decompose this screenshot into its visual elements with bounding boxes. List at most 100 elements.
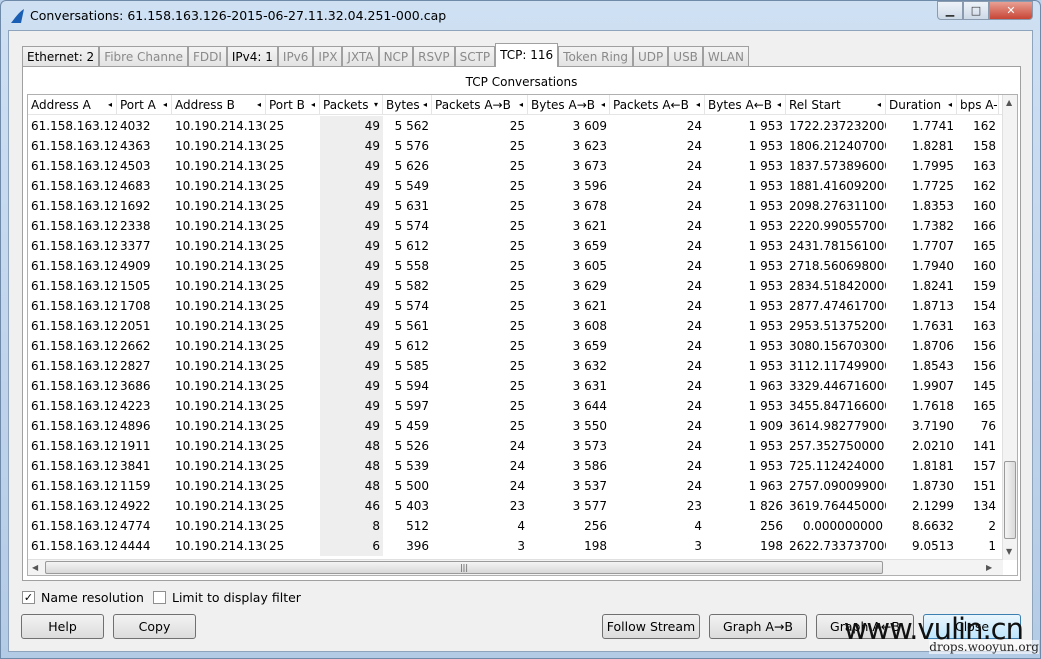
column-header[interactable]: Bytes ◂ [383,95,432,115]
table-row[interactable]: 61.158.163.126 4683 10.190.214.130 25 49 5 54… [28,176,1003,196]
maximize-button[interactable]: □ [963,1,989,20]
column-header[interactable]: Address A ◂ [28,95,117,115]
table-row[interactable]: 61.158.163.126 4444 10.190.214.130 25 6 396 3 1… [28,536,1003,556]
checkbox-checked-icon[interactable]: ✓ [22,591,35,604]
cell: 49 [320,216,383,236]
scroll-right-icon[interactable]: ▶ [986,563,992,572]
protocol-tabs: Ethernet: 2 Fibre Channe FDDI IPv4: 1 IPv6 IP… [22,43,749,67]
limit-filter-checkbox[interactable]: Limit to display filter [153,590,301,605]
cell: 61.158.163.126 [31,259,117,273]
table-row[interactable]: 61.158.163.126 1708 10.190.214.130 25 49 5 57… [28,296,1003,316]
column-header[interactable]: Bytes A←B ◂ [705,95,786,115]
copy-button[interactable]: Copy [113,614,196,639]
cell: 25 [269,479,285,493]
cell: 1.7940 [912,259,954,273]
table-row[interactable]: 61.158.163.126 4896 10.190.214.130 25 49 5 45… [28,416,1003,436]
cell: 61.158.163.126 [31,179,117,193]
table-row[interactable]: 61.158.163.126 1505 10.190.214.130 25 49 5 58… [28,276,1003,296]
column-header[interactable]: bps A- [957,95,999,115]
tab-panel: TCP Conversations Address A ◂ Port A ◂ Addre… [22,66,1021,581]
table-row[interactable]: 61.158.163.126 2338 10.190.214.130 25 49 5 57… [28,216,1003,236]
table-row[interactable]: 61.158.163.126 2662 10.190.214.130 25 49 5 61… [28,336,1003,356]
tab-wlan[interactable]: WLAN [702,46,749,67]
vertical-scroll-thumb[interactable] [1004,461,1016,539]
column-header[interactable]: Port A ◂ [117,95,172,115]
close-window-button[interactable]: ✕ [989,1,1033,20]
cell: 24 [686,339,702,353]
cell: 1708 [120,299,151,313]
column-header[interactable]: Rel Start ◂ [786,95,886,115]
cell: 1.7631 [912,319,954,333]
tab-ipx[interactable]: IPX [313,46,343,67]
table-row[interactable]: 61.158.163.126 4922 10.190.214.130 25 46 5 40… [28,496,1003,516]
table-row[interactable]: 61.158.163.126 2827 10.190.214.130 25 49 5 58… [28,356,1003,376]
scroll-left-icon[interactable]: ◀ [32,563,38,572]
scroll-down-icon[interactable]: ▼ [1006,547,1012,556]
cell: 1 953 [748,239,783,253]
minimize-button[interactable]: ▁ [937,1,963,20]
tab-ipv4-1[interactable]: IPv4: 1 [226,46,278,67]
tab-jxta[interactable]: JXTA [342,46,379,67]
column-header[interactable]: Packets A←B ◂ [610,95,705,115]
column-header[interactable]: Bytes A→B ◂ [528,95,610,115]
cell: 3 550 [572,419,607,433]
cell: 10.190.214.130 [175,359,266,373]
sort-indicator-icon: ◂ [695,100,700,109]
name-resolution-checkbox[interactable]: ✓ Name resolution [22,590,144,605]
checkbox-unchecked-icon[interactable] [153,591,166,604]
tab-sctp[interactable]: SCTP [454,46,496,67]
table-row[interactable]: 61.158.163.126 2051 10.190.214.130 25 49 5 56… [28,316,1003,336]
column-header-label: bps A- [960,98,998,112]
table-row[interactable]: 61.158.163.126 4032 10.190.214.130 25 49 5 56… [28,116,1003,136]
vertical-scrollbar[interactable]: ▲ ▼ [1002,95,1017,560]
tab-udp[interactable]: UDP [633,46,669,67]
cell: 1.7995 [912,159,954,173]
table-row[interactable]: 61.158.163.126 1692 10.190.214.130 25 49 5 63… [28,196,1003,216]
column-header[interactable]: Packets ▾ [320,95,383,115]
column-header[interactable]: Address B ◂ [172,95,266,115]
cell: 3080.156703000 [789,339,886,353]
horizontal-scrollbar[interactable]: ◀ ||| ▶ [28,559,1003,575]
table-row[interactable]: 61.158.163.126 4909 10.190.214.130 25 49 5 55… [28,256,1003,276]
cell: 1911 [120,439,151,453]
column-header[interactable]: Port B ◂ [266,95,320,115]
tab-tcp-116[interactable]: TCP: 116 [495,43,559,67]
cell: 25 [269,179,285,193]
cell: 156 [973,359,996,373]
tab-usb[interactable]: USB [668,46,703,67]
cell: 5 549 [394,179,429,193]
scroll-up-icon[interactable]: ▲ [1006,98,1012,107]
follow-stream-button[interactable]: Follow Stream [602,614,700,639]
table-row[interactable]: 61.158.163.126 3686 10.190.214.130 25 49 5 59… [28,376,1003,396]
table-row[interactable]: 61.158.163.126 3377 10.190.214.130 25 49 5 61… [28,236,1003,256]
horizontal-scroll-thumb[interactable]: ||| [45,561,883,574]
table-row[interactable]: 61.158.163.126 1911 10.190.214.130 25 48 5 52… [28,436,1003,456]
table-row[interactable]: 61.158.163.126 4774 10.190.214.130 25 8 512 4 2… [28,516,1003,536]
tab-ethernet-2[interactable]: Ethernet: 2 [22,46,100,67]
tab-rsvp[interactable]: RSVP [413,46,455,67]
table-row[interactable]: 61.158.163.126 4503 10.190.214.130 25 49 5 62… [28,156,1003,176]
cell: 134 [973,499,996,513]
tab-ncp[interactable]: NCP [378,46,414,67]
cell: 3619.764450000 [789,499,886,513]
tab-fddi[interactable]: FDDI [187,46,227,67]
graph-a-to-b-button[interactable]: Graph A→B [709,614,807,639]
table-row[interactable]: 61.158.163.126 4363 10.190.214.130 25 49 5 57… [28,136,1003,156]
column-header[interactable]: Duration ◂ [886,95,957,115]
cell: 165 [973,239,996,253]
help-button[interactable]: Help [21,614,104,639]
column-header-label: Rel Start [789,98,841,112]
table-row[interactable]: 61.158.163.126 3841 10.190.214.130 25 48 5 53… [28,456,1003,476]
cell: 25 [269,259,285,273]
cell: 61.158.163.126 [31,319,117,333]
table-row[interactable]: 61.158.163.126 4223 10.190.214.130 25 49 5 59… [28,396,1003,416]
cell: 61.158.163.126 [31,119,117,133]
table-row[interactable]: 61.158.163.126 1159 10.190.214.130 25 48 5 50… [28,476,1003,496]
tab-ipv6[interactable]: IPv6 [277,46,314,67]
tab-token-ring[interactable]: Token Ring [558,46,634,67]
column-header[interactable]: Packets A→B ◂ [432,95,528,115]
sort-indicator-icon: ◂ [256,100,261,109]
tab-fibre-channe[interactable]: Fibre Channe [99,46,188,67]
cell: 10.190.214.130 [175,219,266,233]
cell: 3 659 [572,239,607,253]
